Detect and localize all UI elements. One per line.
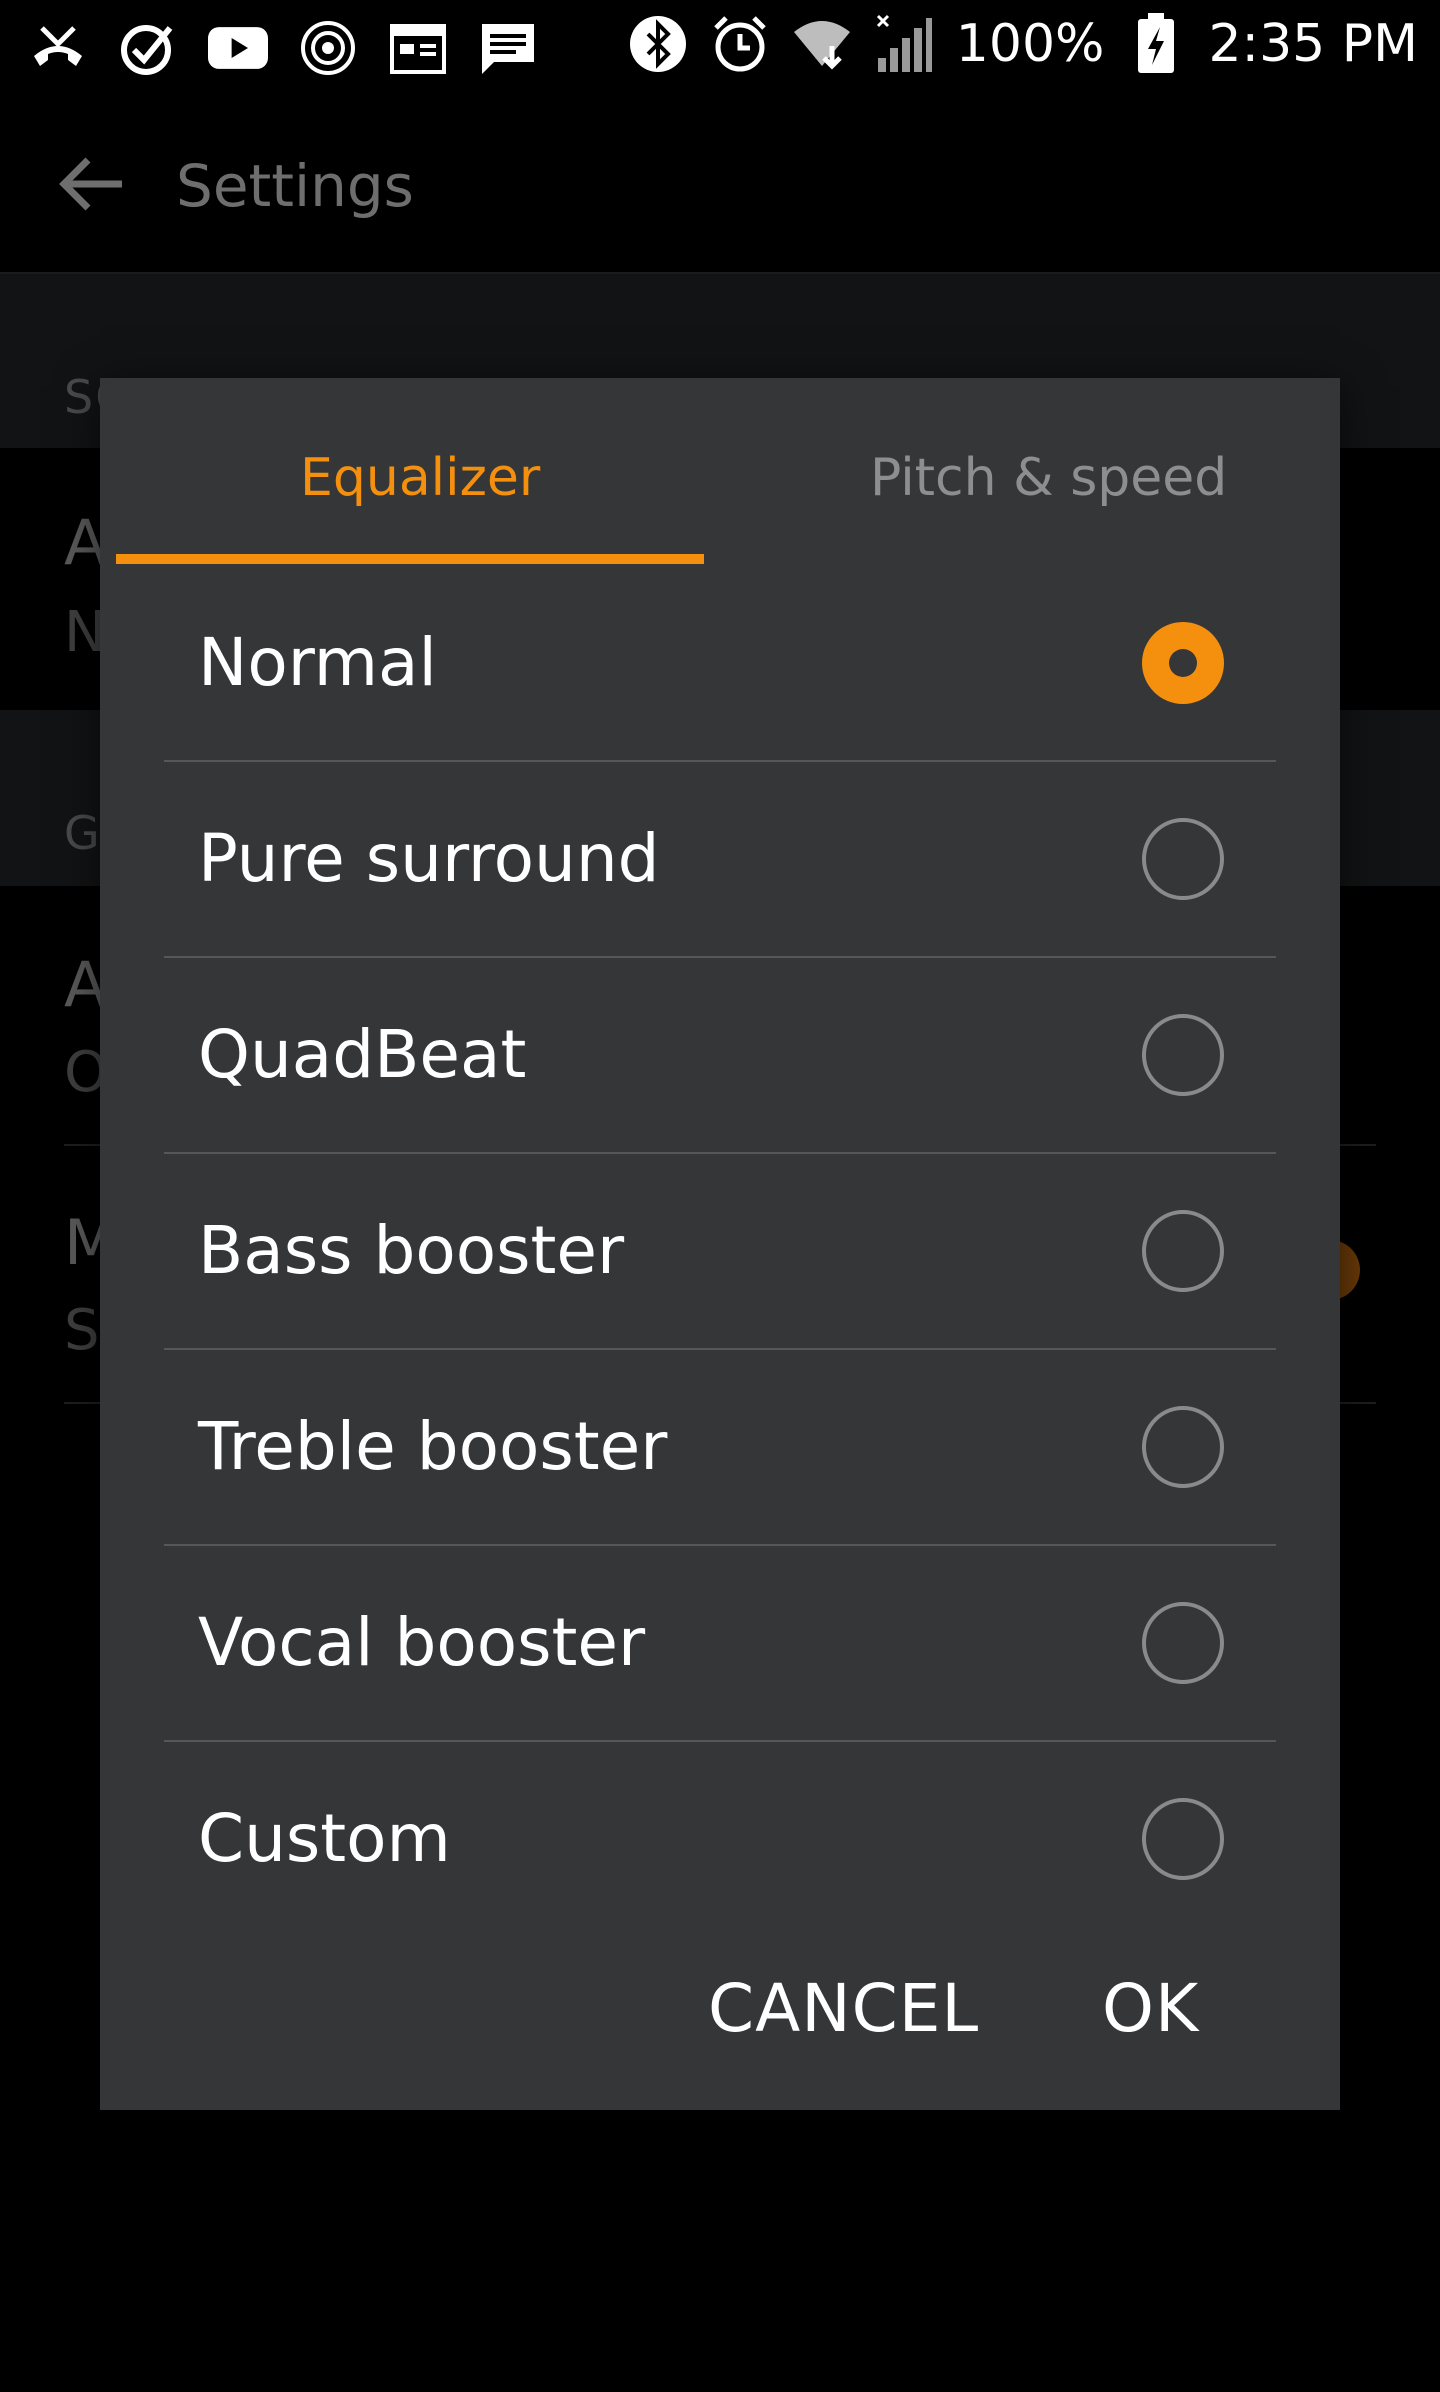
app-bar: Settings [0,100,1440,274]
hotspot-icon [298,18,358,78]
battery-charging-icon [1126,13,1186,74]
radio-button[interactable] [1142,1014,1224,1096]
wifi-icon [792,14,852,74]
radio-button[interactable] [1142,1210,1224,1292]
radio-button[interactable] [1142,1406,1224,1488]
check-circle-icon [118,18,178,78]
option-label: QuadBeat [198,1016,527,1093]
option-vocal-booster[interactable]: Vocal booster [164,1546,1276,1742]
clock-time: 2:35 PM [1208,14,1418,74]
tab-equalizer[interactable]: Equalizer [300,448,540,508]
missed-call-icon [28,18,88,78]
tab-pitch-speed[interactable]: Pitch & speed [870,448,1227,508]
option-label: Normal [198,624,437,701]
option-label: Vocal booster [198,1604,646,1681]
radio-button[interactable] [1142,1798,1224,1880]
section-header-general: G [64,806,102,860]
option-treble-booster[interactable]: Treble booster [164,1350,1276,1546]
ok-button[interactable]: OK [1102,1970,1199,2047]
option-label: Bass booster [198,1212,625,1289]
equalizer-options-list: Normal Pure surround QuadBeat Bass boost… [164,566,1276,1936]
dialog-actions: CANCEL OK [100,1970,1340,2100]
option-label: Pure surround [198,820,660,897]
cell-signal-icon [874,14,934,74]
bluetooth-icon [628,14,688,74]
radio-button-selected[interactable] [1142,622,1224,704]
message-icon [478,18,538,78]
tab-indicator [116,554,704,564]
equalizer-dialog: Equalizer Pitch & speed Normal Pure surr… [100,378,1340,2110]
battery-percent: 100% [955,14,1105,74]
bg-setting-subtitle: S [64,1298,100,1363]
alarm-icon [710,14,770,74]
option-quadbeat[interactable]: QuadBeat [164,958,1276,1154]
calendar-icon [388,18,448,78]
option-normal[interactable]: Normal [164,566,1276,762]
option-label: Treble booster [198,1408,668,1485]
page-title: Settings [176,152,414,220]
option-pure-surround[interactable]: Pure surround [164,762,1276,958]
dialog-tabs: Equalizer Pitch & speed [100,378,1340,568]
radio-button[interactable] [1142,1602,1224,1684]
back-arrow-icon[interactable] [52,144,132,224]
status-bar: 100% 2:35 PM [0,0,1440,100]
option-label: Custom [198,1800,451,1877]
cancel-button[interactable]: CANCEL [708,1970,979,2047]
option-custom[interactable]: Custom [164,1742,1276,1936]
option-bass-booster[interactable]: Bass booster [164,1154,1276,1350]
youtube-icon [208,18,268,78]
radio-button[interactable] [1142,818,1224,900]
